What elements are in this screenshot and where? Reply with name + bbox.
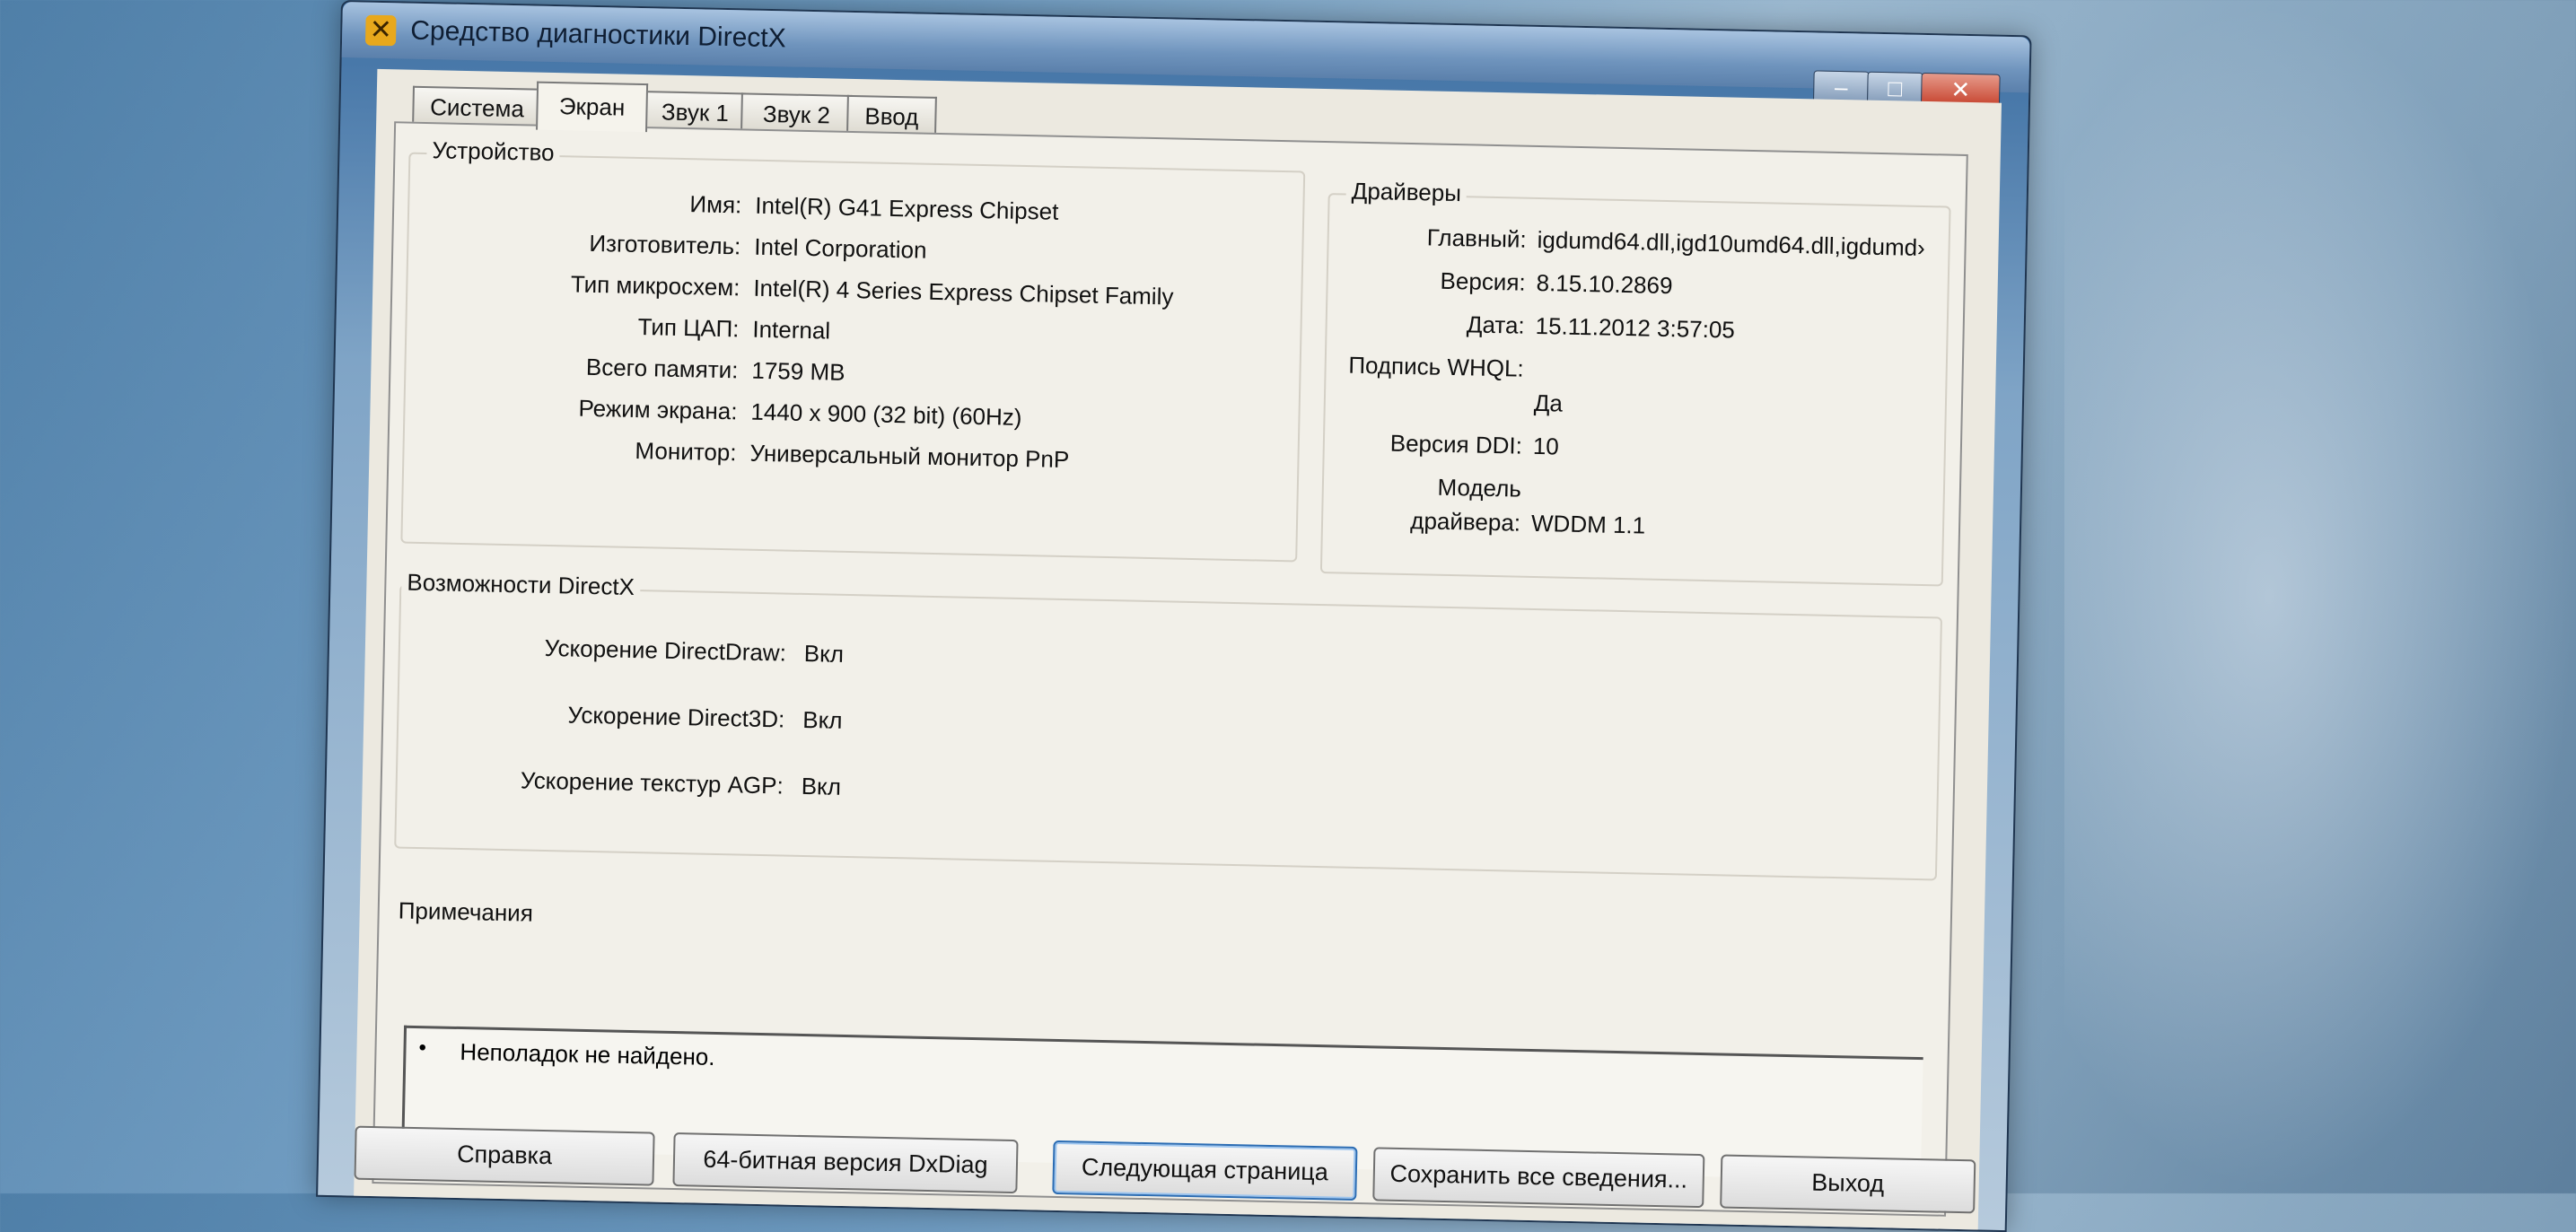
save-all-info-button[interactable]: Сохранить все сведения... — [1372, 1147, 1705, 1209]
help-button[interactable]: Справка — [354, 1125, 655, 1186]
dac-type-label: Тип ЦАП: — [637, 313, 740, 343]
direct3d-accel-value: Вкл — [802, 705, 843, 734]
tab-panel-display: Устройство Имя: Intel(R) G41 Express Chi… — [372, 121, 1968, 1217]
total-memory-label: Всего памяти: — [585, 353, 739, 384]
dxdiag-window: ✕ Средство диагностики DirectX – □ ✕ Сис… — [316, 0, 2032, 1232]
device-name-value: Intel(R) G41 Express Chipset — [754, 191, 1059, 225]
directx-app-icon: ✕ — [364, 14, 397, 47]
directx-features-title: Возможности DirectX — [401, 568, 641, 602]
agp-texture-accel-label: Ускорение текстур AGP: — [520, 766, 784, 799]
monitor-value: Универсальный монитор PnP — [749, 439, 1070, 474]
monitor-label: Монитор: — [635, 436, 737, 467]
note-bullet-icon: • — [418, 1035, 427, 1061]
ddi-version-value: 10 — [1532, 432, 1560, 460]
window-client-area: Система Экран Звук 1 Звук 2 Ввод Устройс… — [354, 68, 2002, 1230]
manufacturer-label: Изготовитель: — [589, 229, 741, 260]
tab-input[interactable]: Ввод — [846, 94, 937, 136]
drivers-group-title: Драйверы — [1345, 177, 1468, 208]
display-mode-value: 1440 x 900 (32 bit) (60Hz) — [750, 398, 1022, 431]
driver-version-label: Версия: — [1440, 266, 1527, 296]
driver-model-label-2: драйвера: — [1410, 507, 1521, 537]
driver-main-value: igdumd64.dll,igd10umd64.dll,igdumd› — [1537, 225, 1926, 262]
device-name-label: Имя: — [689, 190, 742, 219]
ddi-version-label: Версия DDI: — [1389, 429, 1523, 459]
directdraw-accel-value: Вкл — [803, 639, 845, 668]
drivers-group: Драйверы Главный: igdumd64.dll,igd10umd6… — [1319, 177, 1951, 587]
desktop-background — [2064, 0, 2576, 1193]
manufacturer-value: Intel Corporation — [754, 232, 927, 264]
window-title: Средство диагностики DirectX — [409, 15, 787, 54]
dac-type-value: Internal — [752, 315, 831, 345]
device-group-title: Устройство — [426, 136, 560, 168]
whql-label: Подпись WHQL: — [1348, 351, 1525, 382]
directdraw-accel-label: Ускорение DirectDraw: — [544, 633, 787, 667]
dxdiag-64bit-button[interactable]: 64-битная версия DxDiag — [672, 1132, 1019, 1194]
tab-strip: Система Экран Звук 1 Звук 2 Ввод — [412, 79, 937, 136]
notes-title: Примечания — [392, 896, 539, 928]
total-memory-value: 1759 MB — [751, 356, 846, 386]
display-mode-label: Режим экрана: — [578, 394, 738, 425]
direct3d-accel-label: Ускорение Direct3D: — [567, 701, 785, 733]
directx-features-group: Возможности DirectX Ускорение DirectDraw… — [394, 568, 1942, 881]
whql-value: Да — [1533, 389, 1564, 417]
driver-date-label: Дата: — [1466, 310, 1526, 339]
chip-type-value: Intel(R) 4 Series Express Chipset Family — [753, 274, 1174, 310]
agp-texture-accel-value: Вкл — [801, 772, 842, 800]
driver-version-value: 8.15.10.2869 — [1536, 268, 1673, 300]
device-group: Устройство Имя: Intel(R) G41 Express Chi… — [400, 136, 1306, 563]
tab-display[interactable]: Экран — [536, 81, 649, 133]
exit-button[interactable]: Выход — [1720, 1154, 1976, 1214]
driver-model-value: WDDM 1.1 — [1530, 509, 1646, 539]
driver-main-label: Главный: — [1426, 223, 1528, 253]
next-page-button[interactable]: Следующая страница — [1052, 1140, 1358, 1201]
chip-type-label: Тип микросхем: — [570, 270, 740, 301]
note-item: Неполадок не найдено. — [460, 1038, 715, 1070]
driver-model-label-1: Модель — [1437, 473, 1522, 502]
driver-date-value: 15.11.2012 3:57:05 — [1535, 311, 1736, 344]
